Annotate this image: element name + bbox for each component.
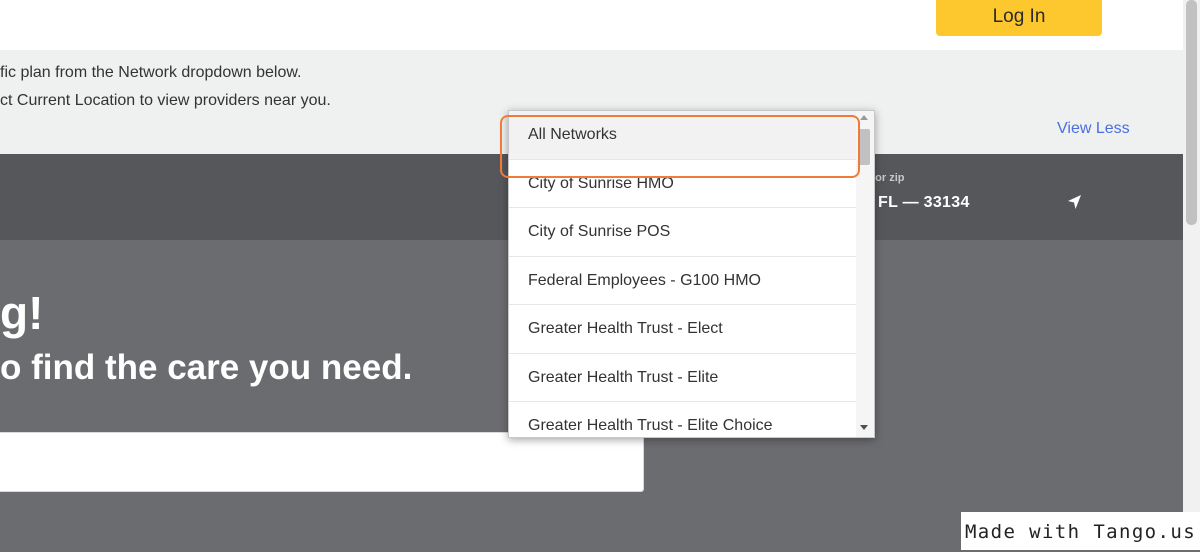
location-value[interactable]: FL — 33134 (878, 194, 970, 212)
dropdown-scrollbar-thumb[interactable] (858, 129, 870, 165)
network-option-greater-health-trust-elite-choice[interactable]: Greater Health Trust - Elite Choice (509, 402, 856, 437)
login-button[interactable]: Log In (936, 0, 1102, 36)
hero-title: g! (0, 287, 44, 339)
network-option-federal-employees-g100-hmo[interactable]: Federal Employees - G100 HMO (509, 257, 856, 305)
scroll-up-arrow-icon[interactable] (860, 115, 868, 120)
info-text-location: ct Current Location to view providers ne… (0, 92, 331, 109)
scroll-down-arrow-icon[interactable] (860, 425, 868, 430)
dropdown-scrollbar[interactable] (856, 111, 874, 437)
navigation-arrow-icon[interactable] (1063, 190, 1087, 214)
network-option-all-networks[interactable]: All Networks (509, 111, 856, 160)
network-option-greater-health-trust-elite[interactable]: Greater Health Trust - Elite (509, 354, 856, 402)
network-option-list: All Networks City of Sunrise HMO City of… (509, 111, 856, 437)
network-dropdown-menu[interactable]: All Networks City of Sunrise HMO City of… (508, 110, 875, 438)
network-option-greater-health-trust-elect[interactable]: Greater Health Trust - Elect (509, 305, 856, 354)
network-option-city-of-sunrise-pos[interactable]: City of Sunrise POS (509, 208, 856, 257)
network-option-city-of-sunrise-hmo[interactable]: City of Sunrise HMO (509, 160, 856, 208)
top-header: Log In (0, 0, 1183, 50)
search-input[interactable] (0, 432, 644, 492)
tango-watermark: Made with Tango.us (961, 512, 1200, 550)
view-less-link[interactable]: View Less (1057, 120, 1130, 138)
hero-subtitle: o find the care you need. (0, 348, 413, 387)
info-text-network: fic plan from the Network dropdown below… (0, 64, 302, 81)
page-scrollbar-thumb[interactable] (1186, 0, 1197, 225)
